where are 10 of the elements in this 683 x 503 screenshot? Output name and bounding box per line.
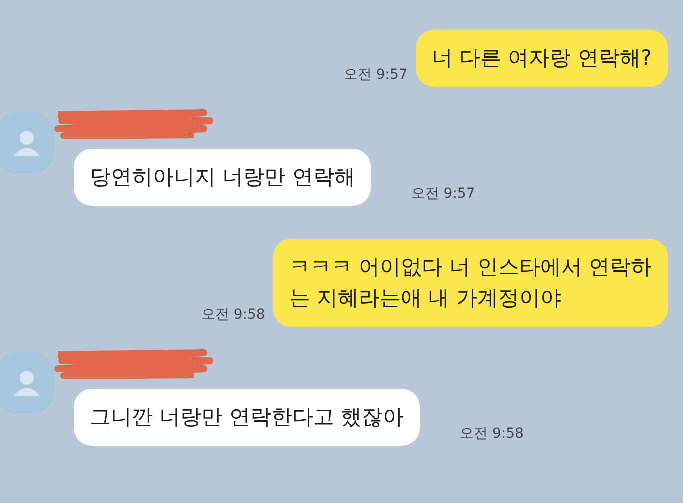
timestamp: 오전 9:57 xyxy=(344,66,408,84)
message-text: 당연히아니지 너랑만 연락해 xyxy=(90,164,356,191)
avatar-icon xyxy=(0,352,54,414)
timestamp: 오전 9:58 xyxy=(460,425,524,443)
avatar-icon xyxy=(0,112,54,174)
message-text: 그니깐 너랑만 연락한다고 했잖아 xyxy=(90,404,404,431)
message-text: ㅋㅋㅋ 어이없다 너 인스타에서 연락하 는 지혜라는애 내 가계정이야 xyxy=(289,254,652,312)
timestamp: 오전 9:57 xyxy=(411,185,476,203)
message-text: 너 다른 여자랑 연락해? xyxy=(432,45,652,72)
timestamp: 오전 9:58 xyxy=(201,306,266,324)
